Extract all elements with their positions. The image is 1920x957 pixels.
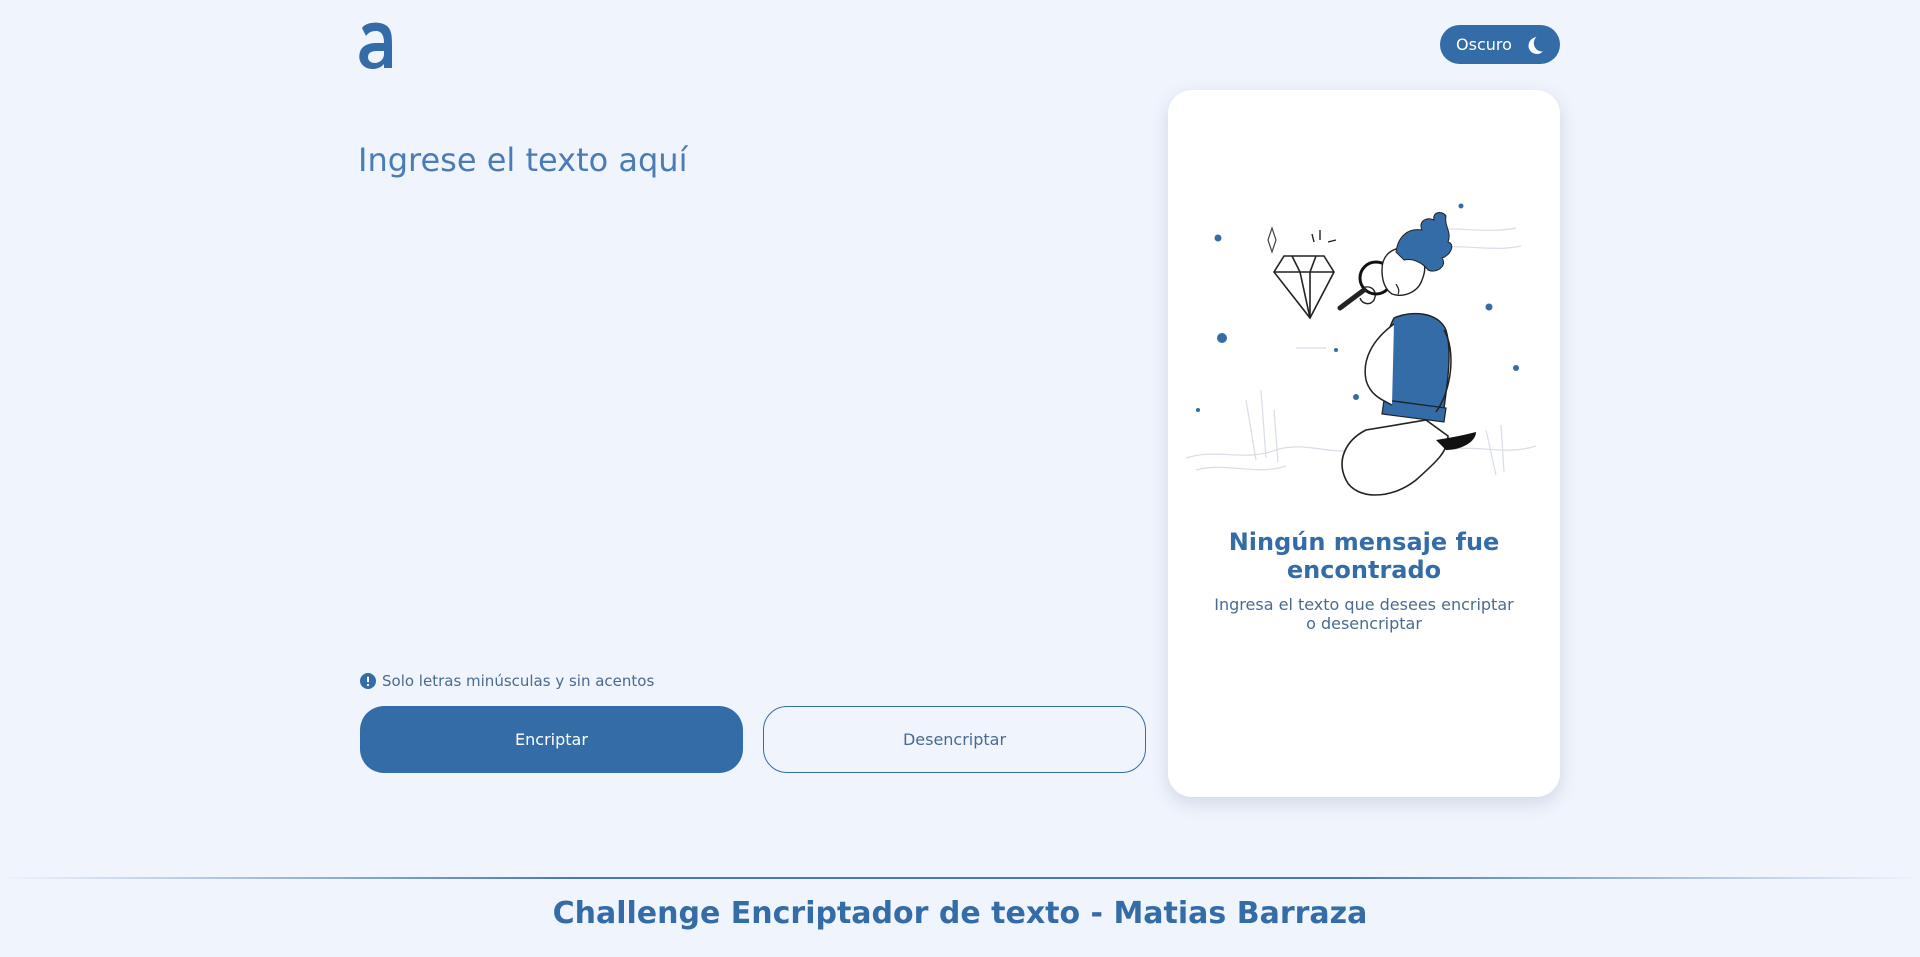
person-inspecting-diamond-illustration xyxy=(1186,203,1537,496)
empty-state-title: Ningún mensaje fue encontrado xyxy=(1228,528,1500,585)
decrypt-button[interactable]: Desencriptar xyxy=(763,706,1146,773)
page: Oscuro Solo letras minúsculas y sin acen… xyxy=(0,0,1920,957)
encrypt-button[interactable]: Encriptar xyxy=(360,706,743,773)
theme-toggle-label: Oscuro xyxy=(1456,35,1512,54)
info-icon xyxy=(360,673,376,689)
footer-divider xyxy=(0,877,1920,879)
text-input[interactable] xyxy=(356,140,1136,640)
theme-toggle-button[interactable]: Oscuro xyxy=(1440,25,1560,64)
output-panel: Ningún mensaje fue encontrado Ingresa el… xyxy=(1168,90,1560,797)
moon-icon xyxy=(1528,36,1543,54)
input-hint: Solo letras minúsculas y sin acentos xyxy=(360,672,654,690)
logo xyxy=(359,22,392,69)
empty-state-subtitle: Ingresa el texto que desees encriptar o … xyxy=(1214,595,1514,634)
footer-title: Challenge Encriptador de texto - Matias … xyxy=(552,896,1368,931)
hint-text: Solo letras minúsculas y sin acentos xyxy=(382,672,655,690)
